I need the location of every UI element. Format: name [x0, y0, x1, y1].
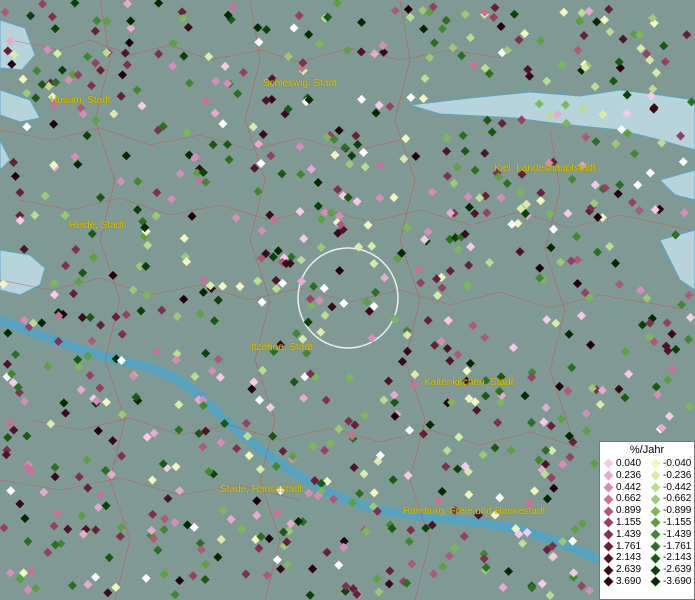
legend-entry-positive: 1.155: [600, 517, 647, 529]
legend-row: 3.690 -3.690: [600, 576, 694, 588]
legend-entry-negative: -0.899: [647, 505, 694, 517]
legend-entry-negative: -0.662: [647, 493, 694, 505]
legend-value: 0.442: [616, 481, 642, 493]
legend-entry-positive: 0.662: [600, 493, 647, 505]
legend-entry-negative: -1.155: [647, 517, 694, 529]
legend-value: -0.236: [663, 469, 692, 481]
legend-entry-positive: 1.761: [600, 541, 647, 553]
legend-entry-negative: -0.236: [647, 470, 694, 482]
legend-swatch: [650, 553, 661, 564]
legend-entry-negative: -2.639: [647, 564, 694, 576]
legend-entry-positive: 3.690: [600, 576, 647, 588]
legend-entry-positive: 2.143: [600, 552, 647, 564]
legend: %/Jahr 0.040 -0.040 0.236 -0.236 0.442 -0.442…: [599, 441, 695, 600]
legend-value: 1.439: [616, 528, 642, 540]
city-label-heide: Heide, Stadt: [69, 220, 125, 231]
legend-rows: 0.040 -0.040 0.236 -0.236 0.442 -0.442 0.662 -0…: [600, 458, 694, 588]
legend-value: -1.761: [663, 540, 692, 552]
city-label-itzehoe: Itzehoe, Stadt: [251, 342, 313, 353]
legend-row: 1.761 -1.761: [600, 541, 694, 553]
legend-entry-negative: -2.143: [647, 552, 694, 564]
legend-row: 1.155 -1.155: [600, 517, 694, 529]
legend-value: 0.662: [616, 493, 642, 505]
legend-value: -0.040: [663, 458, 692, 469]
legend-entry-positive: 0.442: [600, 482, 647, 494]
legend-swatch: [603, 529, 614, 540]
legend-row: 0.040 -0.040: [600, 458, 694, 470]
legend-entry-positive: 0.040: [600, 458, 647, 470]
legend-value: -0.899: [663, 505, 692, 517]
legend-swatch: [650, 482, 661, 493]
legend-swatch: [650, 576, 661, 587]
city-label-husum: Husum, Stadt: [50, 95, 111, 106]
legend-swatch: [603, 494, 614, 505]
legend-value: 0.236: [616, 469, 642, 481]
legend-swatch: [650, 470, 661, 481]
legend-swatch: [650, 494, 661, 505]
legend-entry-positive: 1.439: [600, 529, 647, 541]
legend-value: -3.690: [663, 575, 692, 587]
legend-entry-positive: 0.899: [600, 505, 647, 517]
legend-swatch: [603, 470, 614, 481]
legend-value: 1.155: [616, 516, 642, 528]
legend-value: 1.761: [616, 540, 642, 552]
legend-entry-positive: 2.639: [600, 564, 647, 576]
legend-row: 2.143 -2.143: [600, 552, 694, 564]
legend-swatch: [603, 553, 614, 564]
legend-swatch: [603, 565, 614, 576]
legend-entry-negative: -0.040: [647, 458, 694, 470]
legend-entry-negative: -0.442: [647, 482, 694, 494]
legend-entry-negative: -3.690: [647, 576, 694, 588]
legend-value: 0.899: [616, 505, 642, 517]
legend-value: -2.143: [663, 552, 692, 564]
legend-swatch: [650, 541, 661, 552]
legend-swatch: [650, 517, 661, 528]
legend-value: 0.040: [616, 458, 642, 469]
legend-row: 1.439 -1.439: [600, 529, 694, 541]
legend-swatch: [603, 482, 614, 493]
legend-title: %/Jahr: [629, 444, 665, 456]
legend-row: 0.442 -0.442: [600, 482, 694, 494]
legend-row: 0.236 -0.236: [600, 470, 694, 482]
legend-row: 0.662 -0.662: [600, 493, 694, 505]
city-label-hamburg: Hamburg, Freie und Hansestadt: [403, 506, 546, 517]
legend-value: 2.639: [616, 564, 642, 576]
legend-swatch: [650, 565, 661, 576]
legend-value: 3.690: [616, 575, 642, 587]
legend-value: -1.155: [663, 516, 692, 528]
legend-swatch: [603, 541, 614, 552]
legend-swatch: [603, 517, 614, 528]
legend-value: -1.439: [663, 528, 692, 540]
city-label-stade: Stade, Hansestadt: [220, 484, 303, 495]
legend-value: -0.442: [663, 481, 692, 493]
legend-entry-negative: -1.439: [647, 529, 694, 541]
legend-row: 0.899 -0.899: [600, 505, 694, 517]
legend-entry-negative: -1.761: [647, 541, 694, 553]
legend-swatch: [650, 506, 661, 517]
legend-swatch: [603, 576, 614, 587]
legend-row: 2.639 -2.639: [600, 564, 694, 576]
legend-entry-positive: 0.236: [600, 470, 647, 482]
city-label-kiel: Kiel, Landeshauptstadt: [494, 163, 596, 174]
legend-swatch: [650, 458, 661, 469]
legend-swatch: [603, 506, 614, 517]
city-label-schleswig: Schleswig, Stadt: [263, 78, 337, 89]
legend-swatch: [603, 458, 614, 469]
legend-value: -2.639: [663, 564, 692, 576]
legend-value: -0.662: [663, 493, 692, 505]
legend-value: 2.143: [616, 552, 642, 564]
map-canvas[interactable]: [0, 0, 695, 600]
legend-swatch: [650, 529, 661, 540]
city-label-kaltenkirchen: Kaltenkirchen, Stadt: [424, 377, 514, 388]
